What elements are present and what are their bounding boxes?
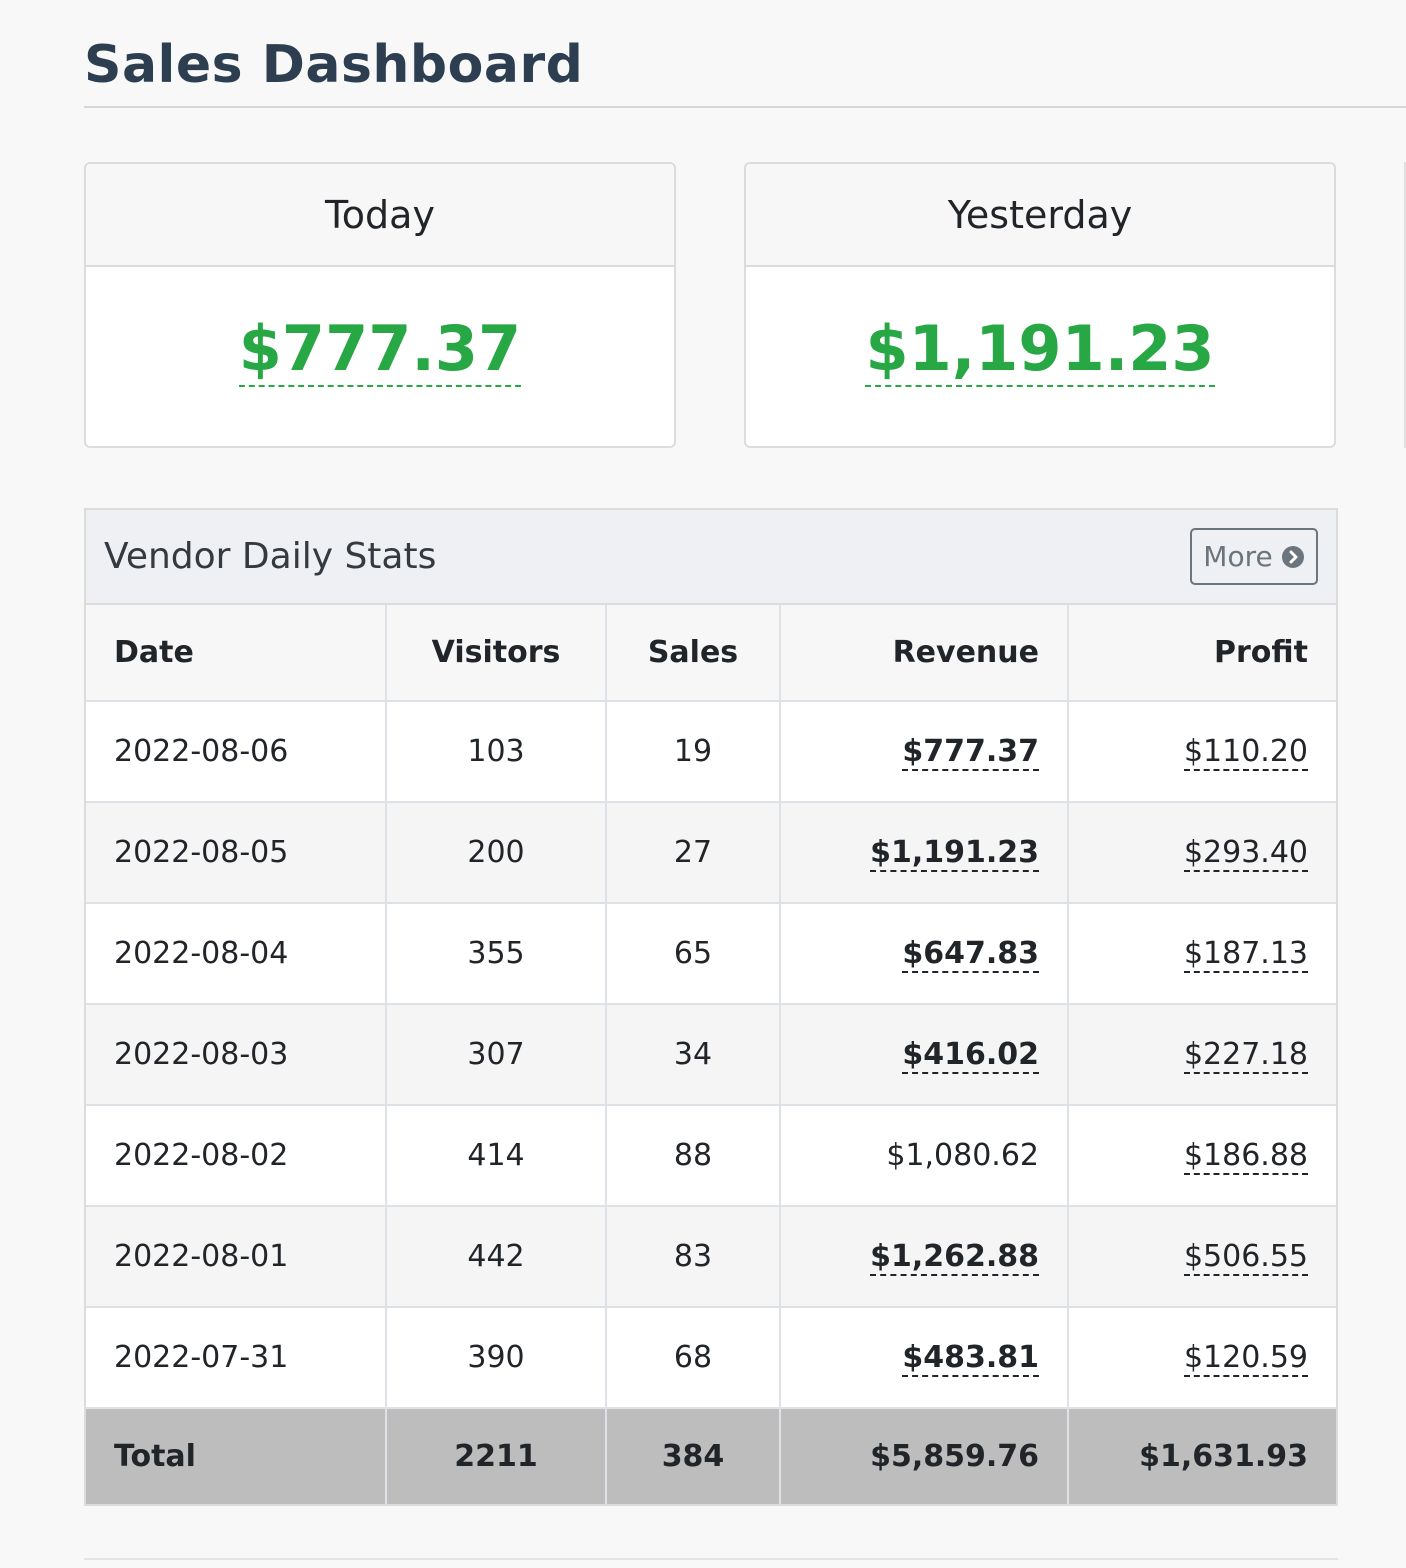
cell-profit: $186.88 (1067, 1104, 1336, 1207)
today-sales-card: Today $777.37 (84, 162, 676, 448)
cell-revenue: $416.02 (779, 1003, 1069, 1106)
cell-date: 2022-07-31 (86, 1306, 387, 1409)
cell-sales: 34 (605, 1003, 781, 1106)
cell-date: 2022-08-06 (86, 700, 387, 803)
cell-visitors: 355 (385, 902, 607, 1005)
total-revenue: $5,859.76 (779, 1407, 1069, 1504)
cell-profit: $506.55 (1067, 1205, 1336, 1308)
table-row: 2022-08-02 414 88 $1,080.62 $186.88 (86, 1104, 1336, 1207)
column-header-profit[interactable]: Profit (1067, 605, 1336, 702)
vendor-daily-stats-panel: Vendor Daily Stats More Date Visitors Sa… (84, 508, 1338, 1506)
cell-revenue-value[interactable]: $483.81 (902, 1340, 1039, 1377)
cell-revenue: $1,080.62 (779, 1104, 1069, 1207)
cell-sales: 83 (605, 1205, 781, 1308)
cell-profit: $120.59 (1067, 1306, 1336, 1409)
title-divider (84, 106, 1406, 108)
cell-profit: $187.13 (1067, 902, 1336, 1005)
column-header-date[interactable]: Date (86, 605, 387, 702)
cell-date: 2022-08-03 (86, 1003, 387, 1106)
cell-date: 2022-08-02 (86, 1104, 387, 1207)
cell-sales: 65 (605, 902, 781, 1005)
cell-visitors: 442 (385, 1205, 607, 1308)
cell-visitors: 307 (385, 1003, 607, 1106)
yesterday-card-label: Yesterday (746, 164, 1334, 267)
total-label: Total (86, 1407, 387, 1504)
today-card-label: Today (86, 164, 674, 267)
cell-profit-value[interactable]: $506.55 (1183, 1239, 1308, 1276)
cell-revenue-value[interactable]: $1,262.88 (870, 1239, 1039, 1276)
next-panel-edge (84, 1558, 1338, 1568)
cell-revenue: $647.83 (779, 902, 1069, 1005)
table-row: 2022-07-31 390 68 $483.81 $120.59 (86, 1306, 1336, 1409)
cell-revenue: $777.37 (779, 700, 1069, 803)
column-header-sales[interactable]: Sales (605, 605, 781, 702)
cell-profit-value[interactable]: $120.59 (1183, 1340, 1308, 1377)
cell-profit-value[interactable]: $186.88 (1183, 1138, 1308, 1175)
column-header-revenue[interactable]: Revenue (779, 605, 1069, 702)
cell-visitors: 414 (385, 1104, 607, 1207)
cell-revenue-value[interactable]: $416.02 (902, 1037, 1039, 1074)
panel-header: Vendor Daily Stats More (86, 510, 1336, 605)
cell-revenue: $1,262.88 (779, 1205, 1069, 1308)
cell-sales: 19 (605, 700, 781, 803)
cell-revenue: $483.81 (779, 1306, 1069, 1409)
cell-revenue: $1,191.23 (779, 801, 1069, 904)
cell-visitors: 390 (385, 1306, 607, 1409)
cell-sales: 27 (605, 801, 781, 904)
cell-profit: $293.40 (1067, 801, 1336, 904)
chevron-circle-right-icon (1281, 545, 1305, 569)
table-row: 2022-08-05 200 27 $1,191.23 $293.40 (86, 801, 1336, 904)
cell-visitors: 103 (385, 700, 607, 803)
more-button-label: More (1203, 540, 1273, 573)
more-button[interactable]: More (1190, 528, 1318, 585)
page-title: Sales Dashboard (84, 35, 584, 95)
total-sales: 384 (605, 1407, 781, 1504)
cell-profit-value[interactable]: $187.13 (1183, 936, 1308, 973)
cell-sales: 68 (605, 1306, 781, 1409)
cell-profit: $227.18 (1067, 1003, 1336, 1106)
total-visitors: 2211 (385, 1407, 607, 1504)
cell-sales: 88 (605, 1104, 781, 1207)
cell-profit-value[interactable]: $293.40 (1183, 835, 1308, 872)
total-profit: $1,631.93 (1067, 1407, 1336, 1504)
cell-profit-value[interactable]: $110.20 (1183, 734, 1308, 771)
table-row: 2022-08-03 307 34 $416.02 $227.18 (86, 1003, 1336, 1106)
table-row: 2022-08-06 103 19 $777.37 $110.20 (86, 700, 1336, 803)
cell-profit: $110.20 (1067, 700, 1336, 803)
cell-visitors: 200 (385, 801, 607, 904)
yesterday-sales-card: Yesterday $1,191.23 (744, 162, 1336, 448)
column-header-visitors[interactable]: Visitors (385, 605, 607, 702)
totals-row: Total 2211 384 $5,859.76 $1,631.93 (86, 1407, 1336, 1504)
vendor-stats-table: Date Visitors Sales Revenue Profit 2022-… (86, 605, 1336, 1504)
cell-date: 2022-08-05 (86, 801, 387, 904)
cell-date: 2022-08-04 (86, 902, 387, 1005)
cell-revenue-value[interactable]: $777.37 (902, 734, 1039, 771)
table-header-row: Date Visitors Sales Revenue Profit (86, 605, 1336, 702)
today-amount[interactable]: $777.37 (238, 313, 522, 387)
table-row: 2022-08-01 442 83 $1,262.88 $506.55 (86, 1205, 1336, 1308)
panel-title: Vendor Daily Stats (104, 536, 437, 577)
cell-revenue-value[interactable]: $1,191.23 (870, 835, 1039, 872)
yesterday-amount[interactable]: $1,191.23 (865, 313, 1215, 387)
cell-profit-value[interactable]: $227.18 (1183, 1037, 1308, 1074)
cell-date: 2022-08-01 (86, 1205, 387, 1308)
cell-revenue-value[interactable]: $647.83 (902, 936, 1039, 973)
table-row: 2022-08-04 355 65 $647.83 $187.13 (86, 902, 1336, 1005)
